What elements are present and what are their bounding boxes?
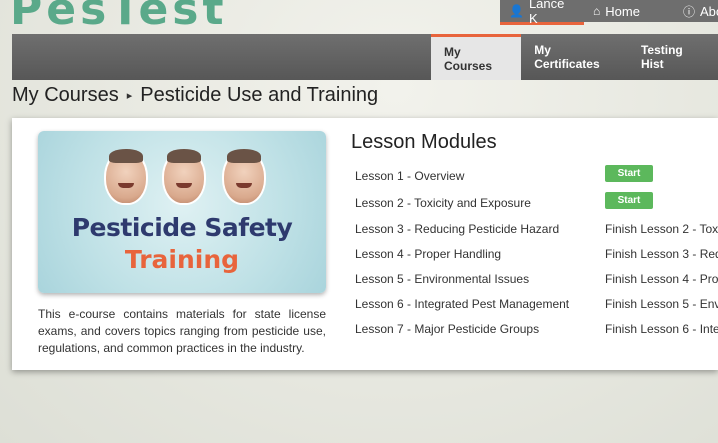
lesson-name: Lesson 1 - Overview: [355, 169, 465, 183]
user-name: Lance K: [528, 0, 565, 26]
info-icon: ⓘ: [683, 4, 696, 19]
lesson-prerequisite-status: Finish Lesson 6 - Inte: [605, 322, 718, 336]
lesson-name: Lesson 4 - Proper Handling: [355, 247, 502, 261]
lesson-row: Lesson 3 - Reducing Pesticide Hazard Fin…: [355, 217, 718, 242]
lesson-name: Lesson 3 - Reducing Pesticide Hazard: [355, 222, 560, 236]
lesson-modules-heading: Lesson Modules: [351, 131, 497, 153]
instructor-face-image: [222, 149, 266, 205]
nav-tabs: My Courses My Certificates Testing Hist: [431, 34, 718, 80]
course-banner-image: Pesticide Safety Training: [38, 131, 326, 293]
start-lesson-button[interactable]: Start: [605, 165, 653, 182]
lesson-name: Lesson 7 - Major Pesticide Groups: [355, 322, 540, 336]
lesson-prerequisite-status: Finish Lesson 4 - Pro: [605, 272, 718, 286]
lesson-prerequisite-status: Finish Lesson 2 - Tox: [605, 222, 718, 236]
course-description: This e-course contains materials for sta…: [38, 307, 326, 355]
tab-my-courses[interactable]: My Courses: [431, 34, 522, 80]
home-link[interactable]: ⌂ Home: [584, 0, 674, 22]
lesson-row: Lesson 2 - Toxicity and Exposure Start: [355, 191, 715, 217]
breadcrumb-current: Pesticide Use and Training: [140, 84, 379, 106]
tab-my-certificates[interactable]: My Certificates: [521, 34, 628, 80]
about-label: About: [700, 3, 718, 19]
top-nav: 👤 Lance K ⌂ Home ⓘ About: [500, 0, 718, 26]
lesson-row: Lesson 4 - Proper Handling Finish Lesson…: [355, 242, 718, 267]
main-nav: My Courses My Certificates Testing Hist: [12, 34, 718, 80]
lesson-row: Lesson 1 - Overview Start: [355, 164, 715, 191]
user-icon: 👤: [509, 4, 524, 18]
lesson-row: Lesson 5 - Environmental Issues Finish L…: [355, 267, 718, 292]
start-lesson-button[interactable]: Start: [605, 192, 653, 209]
banner-title-line1: Pesticide Safety: [71, 213, 293, 242]
about-link[interactable]: ⓘ About: [674, 0, 718, 22]
instructor-face-image: [162, 149, 206, 205]
banner-title-line2: Training: [124, 245, 240, 274]
user-menu-link[interactable]: 👤 Lance K: [500, 0, 584, 26]
lesson-row: Lesson 6 - Integrated Pest Management Fi…: [355, 292, 718, 317]
lesson-prerequisite-status: Finish Lesson 3 - Red: [605, 247, 718, 261]
instructor-face-image: [104, 149, 148, 205]
lesson-name: Lesson 6 - Integrated Pest Management: [355, 297, 570, 311]
lesson-prerequisite-status: Finish Lesson 5 - Env: [605, 297, 718, 311]
pestest-logo[interactable]: PesTest: [10, 0, 228, 35]
lesson-name: Lesson 2 - Toxicity and Exposure: [355, 196, 531, 210]
lesson-row: Lesson 7 - Major Pesticide Groups Finish…: [355, 317, 718, 342]
breadcrumb-arrow-icon: ▸: [126, 90, 133, 102]
tab-testing-history[interactable]: Testing Hist: [628, 34, 718, 80]
breadcrumb-root-link[interactable]: My Courses: [12, 84, 119, 107]
breadcrumb: My Courses ▸ Pesticide Use and Training: [12, 84, 378, 107]
home-label: Home: [605, 3, 640, 19]
course-panel: Pesticide Safety Training This e-course …: [12, 118, 718, 370]
lesson-name: Lesson 5 - Environmental Issues: [355, 272, 530, 286]
home-icon: ⌂: [593, 4, 601, 18]
lesson-list: Lesson 1 - Overview Start Lesson 2 - Tox…: [355, 164, 718, 342]
